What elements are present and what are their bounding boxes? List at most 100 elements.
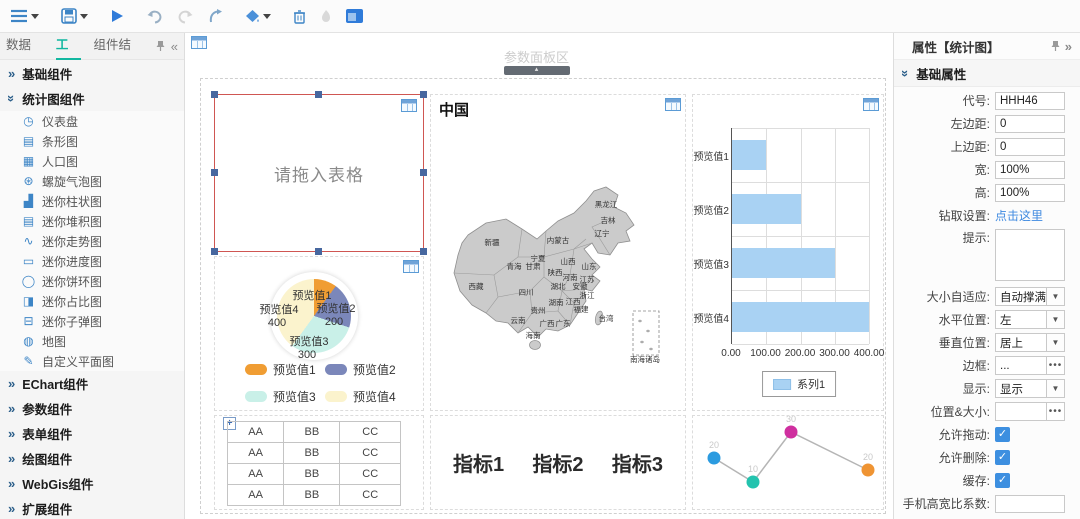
drill-settings-link[interactable]: 点击这里	[995, 207, 1043, 224]
undo-icon[interactable]	[146, 9, 163, 24]
resize-handle[interactable]	[211, 169, 218, 176]
tab-datasource[interactable]: 数据源	[6, 33, 43, 77]
collapse-right-icon[interactable]: »	[1065, 39, 1072, 54]
widget-config-icon[interactable]	[863, 98, 879, 111]
sidebar-item-自定义平面图[interactable]: ✎ 自定义平面图	[0, 351, 184, 371]
sidebar-section-header[interactable]: » 绘图组件	[0, 446, 184, 471]
resize-handle[interactable]	[211, 91, 218, 98]
property-select[interactable]: 显示 ▼	[995, 379, 1065, 398]
legend-item[interactable]: 预览值4	[325, 388, 405, 405]
resize-handle[interactable]	[315, 248, 322, 255]
table-cell[interactable]: BB	[283, 442, 341, 464]
fill-icon[interactable]	[245, 9, 271, 23]
dashboard-tab-icon[interactable]	[191, 36, 207, 49]
metrics-widget[interactable]: 指标1 指标2 指标3	[430, 415, 686, 510]
sidebar-section-header[interactable]: » EChart组件	[0, 371, 184, 396]
property-ellipsis[interactable]: •••	[995, 402, 1065, 421]
table-cell[interactable]: AA	[226, 463, 285, 485]
legend-item[interactable]: 预览值3	[245, 388, 325, 405]
flame-icon[interactable]	[320, 9, 332, 24]
collapse-left-icon[interactable]: «	[171, 39, 178, 54]
property-input[interactable]	[995, 114, 1065, 133]
resize-handle[interactable]	[420, 91, 427, 98]
pin-icon[interactable]	[156, 40, 165, 52]
table-cell[interactable]: BB	[283, 421, 341, 443]
tab-structure[interactable]: 组件结构	[94, 33, 143, 77]
property-input[interactable]	[995, 183, 1065, 202]
legend-item[interactable]: 预览值1	[245, 361, 325, 378]
table-placeholder-widget[interactable]: 请拖入表格	[211, 91, 427, 255]
table-cell[interactable]: AA	[226, 442, 285, 464]
sidebar-item-迷你走势图[interactable]: ∿ 迷你走势图	[0, 231, 184, 251]
tab-tools[interactable]: 工具	[55, 33, 81, 77]
sidebar-section-header[interactable]: » 基础组件	[0, 61, 184, 86]
param-panel-collapse-handle[interactable]: ▴	[503, 66, 570, 75]
basic-props-section-header[interactable]: » 基础属性	[894, 60, 1080, 87]
widget-config-icon[interactable]	[401, 99, 417, 112]
sidebar-item-迷你柱状图[interactable]: ▟ 迷你柱状图	[0, 191, 184, 211]
sidebar-item-迷你子弹图[interactable]: ⊟ 迷你子弹图	[0, 311, 184, 331]
chevron-down-icon[interactable]: ▼	[1046, 334, 1064, 351]
property-input[interactable]	[995, 137, 1065, 156]
menu-icon[interactable]	[10, 9, 39, 23]
chevron-down-icon[interactable]: ▼	[1046, 288, 1064, 305]
checkbox-checked-icon[interactable]: ✓	[995, 473, 1010, 488]
table-cell[interactable]: AA	[226, 484, 285, 506]
table-cell[interactable]: BB	[283, 484, 341, 506]
table-cell[interactable]: CC	[339, 463, 401, 485]
table-cell[interactable]: AA	[226, 421, 285, 443]
sidebar-item-地图[interactable]: ◍ 地图	[0, 331, 184, 351]
property-ellipsis[interactable]: ... •••	[995, 356, 1065, 375]
resize-handle[interactable]	[211, 248, 218, 255]
export-icon[interactable]	[208, 8, 223, 24]
chevron-down-icon[interactable]: ▼	[1046, 380, 1064, 397]
resize-handle[interactable]	[420, 248, 427, 255]
pie-chart-widget[interactable]: 预览值1 预览值2 200 预览值3 300 预览值4 400 预览值1 预览值2 预览值3 预览…	[214, 256, 424, 411]
table-cell[interactable]: CC	[339, 484, 401, 506]
more-options-icon[interactable]: •••	[1046, 357, 1064, 374]
resize-handle[interactable]	[315, 91, 322, 98]
sidebar-item-仪表盘[interactable]: ◷ 仪表盘	[0, 111, 184, 131]
panel-layout-icon[interactable]	[346, 9, 363, 23]
sidebar-item-迷你堆积图[interactable]: ▤ 迷你堆积图	[0, 211, 184, 231]
property-select[interactable]: 左 ▼	[995, 310, 1065, 329]
more-options-icon[interactable]: •••	[1046, 403, 1064, 420]
sidebar-item-螺旋气泡图[interactable]: ⊛ 螺旋气泡图	[0, 171, 184, 191]
sidebar-item-迷你进度图[interactable]: ▭ 迷你进度图	[0, 251, 184, 271]
trash-icon[interactable]	[293, 9, 306, 24]
legend-item[interactable]: 预览值2	[325, 361, 405, 378]
sidebar-section-header[interactable]: » WebGis组件	[0, 471, 184, 496]
property-textarea[interactable]	[995, 229, 1065, 281]
sidebar-item-迷你饼环图[interactable]: ◯ 迷你饼环图	[0, 271, 184, 291]
map-widget[interactable]: 中国 黑龙江 吉林 辽宁 新疆 内蒙古 宁夏 山西 青海 甘肃 山东 陕西 河南…	[430, 94, 686, 411]
property-select[interactable]: 自动撑满 ▼	[995, 287, 1065, 306]
chevron-down-icon[interactable]: ▼	[1046, 311, 1064, 328]
table-cell[interactable]: CC	[339, 421, 401, 443]
property-select[interactable]: 居上 ▼	[995, 333, 1065, 352]
line-chart-widget[interactable]: 20 10 30 20	[692, 414, 884, 510]
sidebar-section-header[interactable]: » 表单组件	[0, 421, 184, 446]
table-cell[interactable]: CC	[339, 442, 401, 464]
sidebar-item-条形图[interactable]: ▤ 条形图	[0, 131, 184, 151]
sidebar-section-header[interactable]: » 参数组件	[0, 396, 184, 421]
checkbox-checked-icon[interactable]: ✓	[995, 450, 1010, 465]
property-input[interactable]	[995, 160, 1065, 179]
sidebar-item-人口图[interactable]: ▦ 人口图	[0, 151, 184, 171]
property-input[interactable]	[995, 494, 1065, 513]
widget-config-icon[interactable]	[665, 98, 681, 111]
checkbox-checked-icon[interactable]: ✓	[995, 427, 1010, 442]
run-icon[interactable]	[110, 9, 124, 23]
bar-chart-widget[interactable]: 预览值1 预览值2 预览值3 预览值4 0.00 100.00 200.00 300.00 4…	[692, 94, 884, 411]
property-input[interactable]	[995, 91, 1065, 110]
redo-icon[interactable]	[177, 9, 194, 24]
table-cell[interactable]: BB	[283, 463, 341, 485]
design-canvas[interactable]: 参数面板区 ▴ 请拖入表格 预览值1 预览值2 200 预览值3 300 预览值4 400 …	[185, 33, 888, 519]
resize-handle[interactable]	[420, 169, 427, 176]
widget-config-icon[interactable]	[403, 260, 419, 273]
sidebar-section-header[interactable]: » 扩展组件	[0, 496, 184, 519]
pin-icon[interactable]	[1051, 40, 1060, 52]
save-icon[interactable]	[61, 8, 88, 24]
sidebar-item-迷你占比图[interactable]: ◨ 迷你占比图	[0, 291, 184, 311]
sidebar-section-header[interactable]: » 统计图组件	[0, 86, 184, 111]
data-table-widget[interactable]: + AA BB CC AA BB CC AA BB CC AA BB CC	[214, 415, 424, 510]
